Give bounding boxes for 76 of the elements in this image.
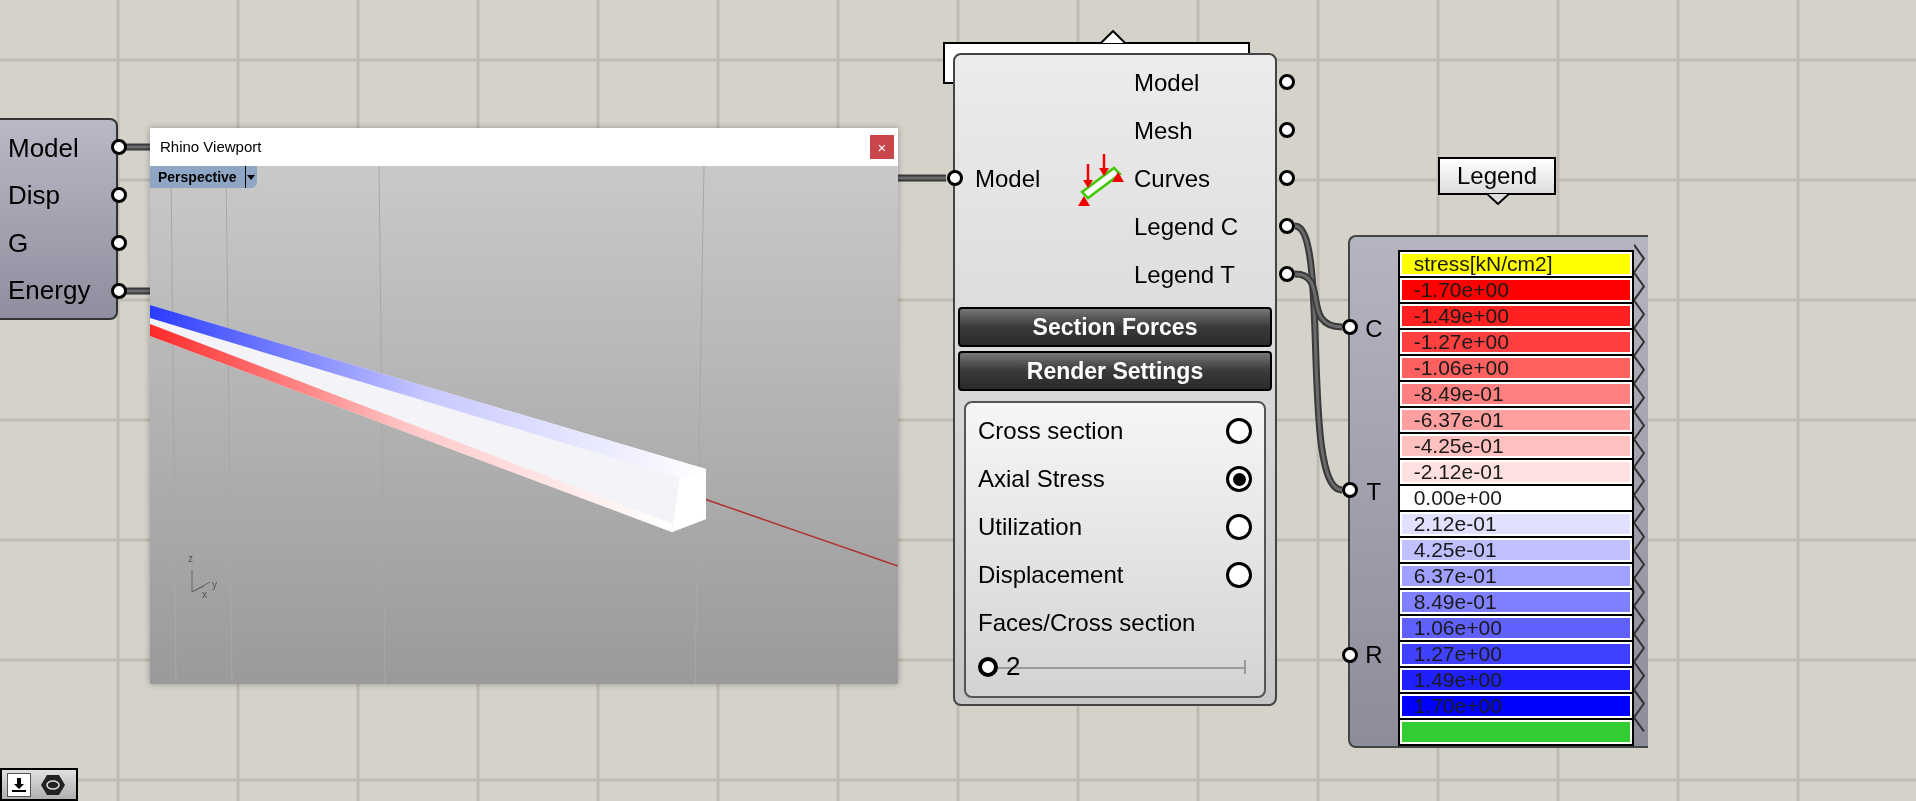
port-icon[interactable] — [111, 283, 127, 299]
legend-value: -1.06e+00 — [1413, 358, 1509, 378]
legend-value: 2.12e-01 — [1413, 514, 1497, 534]
option-label: Axial Stress — [978, 467, 1105, 491]
section-button[interactable]: Render Settings — [958, 351, 1272, 391]
window-title: Rhino Viewport — [160, 136, 262, 157]
view-menu[interactable]: Perspective — [150, 166, 257, 188]
input-label: T — [1366, 479, 1382, 504]
legend-value: 0.00e+00 — [1413, 488, 1502, 508]
wire — [126, 143, 150, 151]
output-label: Curves — [1134, 167, 1211, 191]
output-label: G — [8, 229, 29, 256]
port-icon[interactable] — [1279, 74, 1295, 90]
port-icon[interactable] — [1342, 319, 1358, 335]
legend-value: -6.37e-01 — [1413, 410, 1504, 430]
section-button[interactable]: Section Forces — [958, 307, 1272, 347]
port-icon[interactable] — [111, 139, 127, 155]
component-body[interactable]: Model Model Mesh Curves Legend C Legend T Section Forces Render Settings Cross section Axial Stress Utilization Displacement Faces/Cross section 2 — [953, 53, 1277, 706]
component-body[interactable]: C T R stress[kN/cm2] -1.70e+00 -1.49e+00 -1.27e+00 -1.06e+00 -8.49e-01 -6.37e-01 -4.25e-01 -2.12e-01 0.00e+00 2.12e-01 4.25e-01 6.37e-01 8.49e-01 1.06e+00 1.27e+00 1.49e+00 1.70e+00 — [1348, 235, 1648, 748]
axis-label: x — [202, 590, 207, 600]
caret-icon — [244, 166, 257, 188]
tag-label: Legend — [1456, 164, 1538, 188]
download-icon[interactable] — [7, 772, 31, 797]
output-label: Model — [1134, 71, 1200, 95]
axis-label: z — [188, 554, 193, 564]
output-label: Disp — [8, 182, 60, 209]
close-button[interactable]: × — [870, 135, 894, 159]
component-body[interactable]: Model Disp G Energy — [0, 118, 118, 320]
legend-value: 1.49e+00 — [1413, 670, 1502, 690]
port-icon[interactable] — [1279, 218, 1295, 234]
option-label: Cross section — [978, 419, 1124, 443]
port-icon[interactable] — [111, 187, 127, 203]
port-icon[interactable] — [947, 170, 963, 186]
output-label: Mesh — [1134, 119, 1193, 143]
port-icon[interactable] — [1279, 170, 1295, 186]
hexagon-icon[interactable] — [41, 772, 65, 797]
tag-pointer-icon — [1100, 30, 1126, 44]
input-label: C — [1365, 316, 1383, 341]
legend-value: -4.25e-01 — [1413, 436, 1504, 456]
output-label: Model — [8, 134, 79, 161]
port-icon[interactable] — [1279, 122, 1295, 138]
wire — [898, 174, 946, 182]
legend-value: -1.70e+00 — [1413, 280, 1509, 300]
legend-value: 8.49e-01 — [1413, 592, 1497, 612]
output-label: Energy — [8, 277, 91, 304]
wire — [126, 287, 150, 295]
output-label: Legend T — [1134, 263, 1235, 287]
legend-value: 4.25e-01 — [1413, 540, 1497, 560]
input-label: Model — [975, 167, 1041, 191]
radio-button[interactable] — [1226, 466, 1252, 492]
legend-value: 6.37e-01 — [1413, 566, 1497, 586]
legend-value: 1.06e+00 — [1413, 618, 1502, 638]
input-label: R — [1365, 642, 1383, 667]
radio-button[interactable] — [1226, 418, 1252, 444]
legend-value: -1.27e+00 — [1413, 332, 1509, 352]
port-icon[interactable] — [111, 235, 127, 251]
legend-value: -1.49e+00 — [1413, 306, 1509, 326]
radio-button[interactable] — [1226, 514, 1252, 540]
radio-button[interactable] — [1226, 562, 1252, 588]
slider-label: Faces/Cross section — [978, 611, 1196, 635]
legend-value: stress[kN/cm2] — [1413, 254, 1553, 274]
legend-value: 1.70e+00 — [1413, 696, 1502, 716]
port-icon[interactable] — [1342, 647, 1358, 663]
legend-value: 1.27e+00 — [1413, 644, 1502, 664]
option-label: Utilization — [978, 515, 1083, 539]
port-icon[interactable] — [1342, 482, 1358, 498]
slider-value: 2 — [1006, 653, 1021, 679]
axis-label: y — [212, 580, 217, 590]
slider-track[interactable]: 2 — [978, 647, 1246, 687]
legend-value: -8.49e-01 — [1413, 384, 1504, 404]
slider-thumb[interactable] — [978, 657, 998, 677]
output-label: Legend C — [1134, 215, 1239, 239]
beam-load-icon — [1078, 152, 1124, 206]
option-label: Displacement — [978, 563, 1124, 587]
legend-value: -2.12e-01 — [1413, 462, 1504, 482]
port-icon[interactable] — [1279, 266, 1295, 282]
